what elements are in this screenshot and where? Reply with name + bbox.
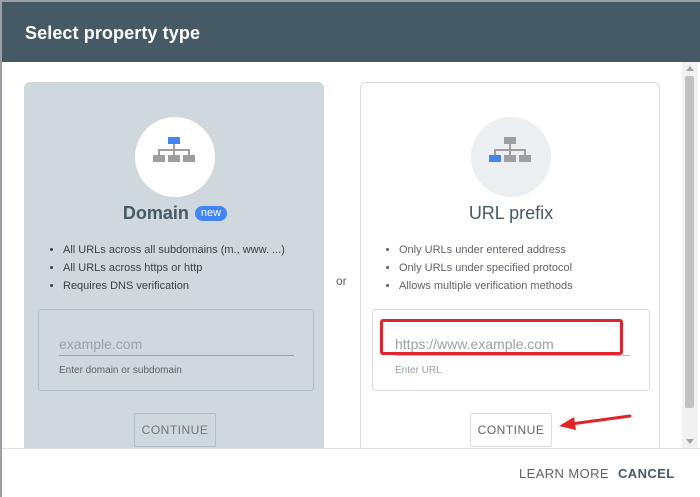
domain-bullet-list: All URLs across all subdomains (m., www.… — [45, 241, 333, 295]
new-badge: new — [194, 206, 228, 221]
sitemap-icon — [153, 137, 195, 162]
domain-card[interactable]: Domainnew All URLs across all subdomains… — [24, 82, 324, 448]
list-item: All URLs across https or http — [63, 259, 333, 277]
url-prefix-icon-circle — [471, 117, 551, 197]
domain-input-helper: Enter domain or subdomain — [59, 365, 182, 376]
domain-title-row: Domain new — [25, 203, 325, 224]
list-item: All URLs across all subdomains (m., www.… — [63, 241, 333, 259]
learn-more-button[interactable]: LEARN MORE — [519, 457, 609, 489]
scroll-up-icon[interactable] — [686, 66, 694, 71]
or-separator: or — [336, 274, 347, 288]
url-input-helper: Enter URL — [395, 365, 442, 376]
domain-input-container: Enter domain or subdomain — [38, 309, 314, 391]
dialog-header: Select property type — [2, 2, 700, 62]
cancel-button[interactable]: CANCEL — [618, 457, 675, 489]
dialog-footer: LEARN MORE CANCEL — [2, 448, 700, 497]
url-prefix-card[interactable]: URL prefix Only URLs under entered addre… — [360, 82, 660, 448]
list-item: Only URLs under specified protocol — [399, 259, 669, 277]
red-highlight-annotation — [380, 319, 623, 355]
red-arrow-annotation — [559, 414, 632, 430]
dialog-title: Select property type — [25, 23, 201, 43]
domain-title: Domain — [122, 203, 189, 223]
url-input-container: Enter URL — [372, 309, 650, 391]
list-item: Only URLs under entered address — [399, 241, 669, 259]
sitemap-icon — [489, 137, 531, 162]
url-prefix-bullet-list: Only URLs under entered address Only URL… — [381, 241, 669, 295]
url-prefix-title: URL prefix — [468, 203, 554, 223]
list-item: Requires DNS verification — [63, 277, 333, 295]
domain-continue-button[interactable]: CONTINUE — [134, 413, 216, 447]
scroll-thumb[interactable] — [685, 76, 694, 408]
domain-icon-circle — [135, 117, 215, 197]
scroll-down-icon[interactable] — [686, 439, 694, 444]
domain-input[interactable] — [59, 332, 294, 356]
vertical-scrollbar[interactable] — [682, 62, 698, 448]
url-continue-button[interactable]: CONTINUE — [470, 413, 552, 447]
list-item: Allows multiple verification methods — [399, 277, 669, 295]
dialog-body: Domain new All URLs across all subdomains… — [2, 62, 682, 448]
